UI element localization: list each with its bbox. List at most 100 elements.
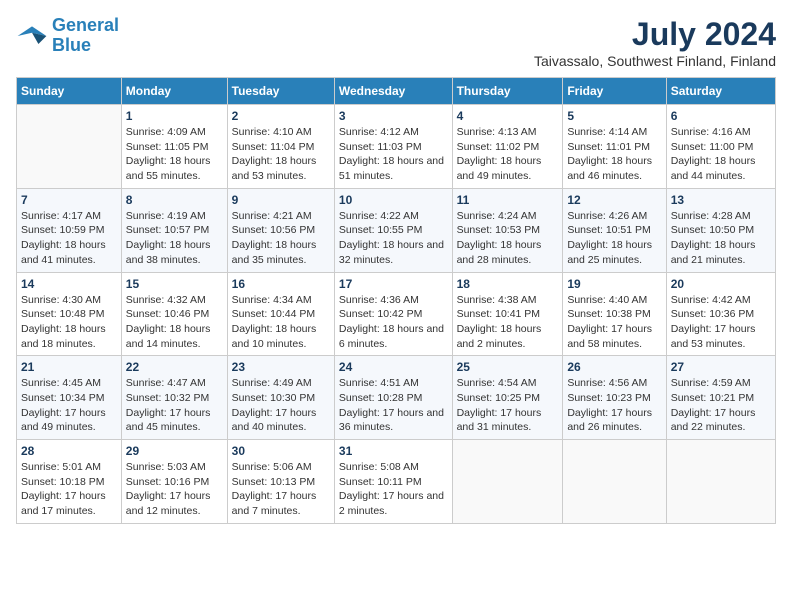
day-cell: 2 Sunrise: 4:10 AMSunset: 11:04 PMDayligh…: [227, 105, 334, 189]
day-number: 31: [339, 444, 448, 458]
day-info: Sunrise: 4:42 AMSunset: 10:36 PMDaylight…: [671, 293, 771, 352]
day-info: Sunrise: 4:51 AMSunset: 10:28 PMDaylight…: [339, 376, 448, 435]
week-row-4: 21 Sunrise: 4:45 AMSunset: 10:34 PMDaylig…: [17, 356, 776, 440]
day-info: Sunrise: 4:40 AMSunset: 10:38 PMDaylight…: [567, 293, 661, 352]
header-thursday: Thursday: [452, 78, 563, 105]
header-saturday: Saturday: [666, 78, 775, 105]
day-number: 7: [21, 193, 117, 207]
day-info: Sunrise: 4:17 AMSunset: 10:59 PMDaylight…: [21, 209, 117, 268]
week-row-3: 14 Sunrise: 4:30 AMSunset: 10:48 PMDaylig…: [17, 272, 776, 356]
day-number: 27: [671, 360, 771, 374]
day-info: Sunrise: 5:01 AMSunset: 10:18 PMDaylight…: [21, 460, 117, 519]
week-row-2: 7 Sunrise: 4:17 AMSunset: 10:59 PMDayligh…: [17, 188, 776, 272]
day-cell: 1 Sunrise: 4:09 AMSunset: 11:05 PMDayligh…: [121, 105, 227, 189]
day-number: 1: [126, 109, 223, 123]
location-title: Taivassalo, Southwest Finland, Finland: [534, 53, 776, 69]
day-number: 6: [671, 109, 771, 123]
logo-line2: Blue: [52, 35, 91, 55]
day-cell: 16 Sunrise: 4:34 AMSunset: 10:44 PMDaylig…: [227, 272, 334, 356]
day-info: Sunrise: 4:56 AMSunset: 10:23 PMDaylight…: [567, 376, 661, 435]
day-cell: 9 Sunrise: 4:21 AMSunset: 10:56 PMDayligh…: [227, 188, 334, 272]
day-number: 15: [126, 277, 223, 291]
day-cell: 12Sunrise: 4:26 AMSunset: 10:51 PMDaylig…: [563, 188, 666, 272]
day-cell: [452, 440, 563, 524]
day-cell: 28Sunrise: 5:01 AMSunset: 10:18 PMDaylig…: [17, 440, 122, 524]
day-info: Sunrise: 4:12 AMSunset: 11:03 PMDaylight…: [339, 125, 448, 184]
day-cell: [563, 440, 666, 524]
day-info: Sunrise: 4:34 AMSunset: 10:44 PMDaylight…: [232, 293, 330, 352]
day-cell: 23 Sunrise: 4:49 AMSunset: 10:30 PMDaylig…: [227, 356, 334, 440]
day-cell: 15 Sunrise: 4:32 AMSunset: 10:46 PMDaylig…: [121, 272, 227, 356]
day-cell: 31 Sunrise: 5:08 AMSunset: 10:11 PMDaylig…: [334, 440, 452, 524]
day-number: 3: [339, 109, 448, 123]
day-info: Sunrise: 4:09 AMSunset: 11:05 PMDaylight…: [126, 125, 223, 184]
day-info: Sunrise: 4:10 AMSunset: 11:04 PMDaylight…: [232, 125, 330, 184]
day-number: 21: [21, 360, 117, 374]
day-cell: 19 Sunrise: 4:40 AMSunset: 10:38 PMDaylig…: [563, 272, 666, 356]
calendar-header-row: SundayMondayTuesdayWednesdayThursdayFrid…: [17, 78, 776, 105]
day-number: 10: [339, 193, 448, 207]
header-monday: Monday: [121, 78, 227, 105]
day-info: Sunrise: 4:45 AMSunset: 10:34 PMDaylight…: [21, 376, 117, 435]
day-info: Sunrise: 4:54 AMSunset: 10:25 PMDaylight…: [457, 376, 559, 435]
day-number: 26: [567, 360, 661, 374]
day-info: Sunrise: 4:49 AMSunset: 10:30 PMDaylight…: [232, 376, 330, 435]
day-number: 16: [232, 277, 330, 291]
day-cell: [666, 440, 775, 524]
header-friday: Friday: [563, 78, 666, 105]
day-cell: 11Sunrise: 4:24 AMSunset: 10:53 PMDaylig…: [452, 188, 563, 272]
day-number: 19: [567, 277, 661, 291]
day-number: 14: [21, 277, 117, 291]
day-number: 29: [126, 444, 223, 458]
day-cell: 20Sunrise: 4:42 AMSunset: 10:36 PMDaylig…: [666, 272, 775, 356]
week-row-5: 28Sunrise: 5:01 AMSunset: 10:18 PMDaylig…: [17, 440, 776, 524]
logo: General Blue: [16, 16, 119, 56]
calendar-table: SundayMondayTuesdayWednesdayThursdayFrid…: [16, 77, 776, 524]
logo-text: General Blue: [52, 16, 119, 56]
day-info: Sunrise: 4:14 AMSunset: 11:01 PMDaylight…: [567, 125, 661, 184]
day-info: Sunrise: 4:22 AMSunset: 10:55 PMDaylight…: [339, 209, 448, 268]
day-number: 30: [232, 444, 330, 458]
day-cell: 24 Sunrise: 4:51 AMSunset: 10:28 PMDaylig…: [334, 356, 452, 440]
page-header: General Blue July 2024 Taivassalo, South…: [16, 16, 776, 69]
day-cell: 25 Sunrise: 4:54 AMSunset: 10:25 PMDaylig…: [452, 356, 563, 440]
day-number: 25: [457, 360, 559, 374]
day-info: Sunrise: 4:26 AMSunset: 10:51 PMDaylight…: [567, 209, 661, 268]
day-info: Sunrise: 4:13 AMSunset: 11:02 PMDaylight…: [457, 125, 559, 184]
week-row-1: 1 Sunrise: 4:09 AMSunset: 11:05 PMDayligh…: [17, 105, 776, 189]
day-info: Sunrise: 5:06 AMSunset: 10:13 PMDaylight…: [232, 460, 330, 519]
day-cell: 26 Sunrise: 4:56 AMSunset: 10:23 PMDaylig…: [563, 356, 666, 440]
day-info: Sunrise: 5:08 AMSunset: 10:11 PMDaylight…: [339, 460, 448, 519]
day-number: 11: [457, 193, 559, 207]
day-cell: 5 Sunrise: 4:14 AMSunset: 11:01 PMDayligh…: [563, 105, 666, 189]
day-cell: 10 Sunrise: 4:22 AMSunset: 10:55 PMDaylig…: [334, 188, 452, 272]
day-number: 9: [232, 193, 330, 207]
day-cell: 8Sunrise: 4:19 AMSunset: 10:57 PMDayligh…: [121, 188, 227, 272]
day-cell: 27Sunrise: 4:59 AMSunset: 10:21 PMDaylig…: [666, 356, 775, 440]
header-wednesday: Wednesday: [334, 78, 452, 105]
logo-line1: General: [52, 15, 119, 35]
day-info: Sunrise: 4:21 AMSunset: 10:56 PMDaylight…: [232, 209, 330, 268]
day-info: Sunrise: 4:28 AMSunset: 10:50 PMDaylight…: [671, 209, 771, 268]
day-info: Sunrise: 4:36 AMSunset: 10:42 PMDaylight…: [339, 293, 448, 352]
day-info: Sunrise: 4:32 AMSunset: 10:46 PMDaylight…: [126, 293, 223, 352]
day-number: 4: [457, 109, 559, 123]
day-number: 23: [232, 360, 330, 374]
day-number: 2: [232, 109, 330, 123]
day-cell: [17, 105, 122, 189]
day-number: 13: [671, 193, 771, 207]
day-cell: 22Sunrise: 4:47 AMSunset: 10:32 PMDaylig…: [121, 356, 227, 440]
day-cell: 21 Sunrise: 4:45 AMSunset: 10:34 PMDaylig…: [17, 356, 122, 440]
day-info: Sunrise: 4:19 AMSunset: 10:57 PMDaylight…: [126, 209, 223, 268]
day-cell: 3 Sunrise: 4:12 AMSunset: 11:03 PMDayligh…: [334, 105, 452, 189]
day-info: Sunrise: 5:03 AMSunset: 10:16 PMDaylight…: [126, 460, 223, 519]
logo-icon: [16, 20, 48, 52]
day-info: Sunrise: 4:30 AMSunset: 10:48 PMDaylight…: [21, 293, 117, 352]
day-cell: 13 Sunrise: 4:28 AMSunset: 10:50 PMDaylig…: [666, 188, 775, 272]
day-info: Sunrise: 4:16 AMSunset: 11:00 PMDaylight…: [671, 125, 771, 184]
title-block: July 2024 Taivassalo, Southwest Finland,…: [534, 16, 776, 69]
day-number: 24: [339, 360, 448, 374]
day-cell: 7 Sunrise: 4:17 AMSunset: 10:59 PMDayligh…: [17, 188, 122, 272]
day-number: 5: [567, 109, 661, 123]
day-number: 18: [457, 277, 559, 291]
